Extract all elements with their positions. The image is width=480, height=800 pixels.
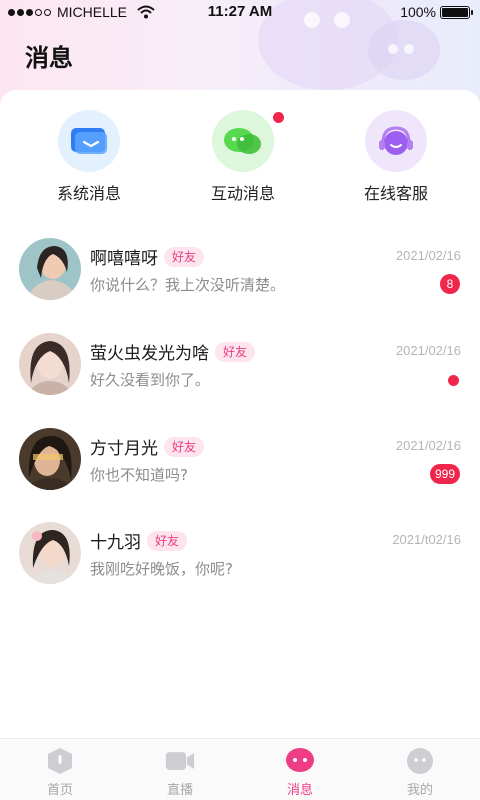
- contact-name: 十九羽: [90, 533, 141, 553]
- message-icon: [285, 747, 315, 775]
- unread-count-badge: 999: [429, 464, 460, 484]
- decorative-dot: [404, 44, 414, 54]
- customer-service-label: 在线客服: [363, 184, 428, 203]
- friend-tag: 好友: [215, 341, 256, 362]
- friend-tag: 好友: [164, 436, 205, 457]
- tab-profile[interactable]: 我的: [380, 747, 460, 798]
- avatar: [19, 428, 81, 490]
- avatar: [19, 238, 81, 300]
- unread-count-badge: 8: [440, 274, 460, 294]
- friend-tag: 好友: [164, 246, 205, 267]
- friend-tag: 好友: [147, 530, 188, 551]
- conversation-item[interactable]: 萤火虫发光为啥 好友 2021/02/16 好久没看到你了。: [0, 333, 480, 413]
- message-preview: 我刚吃好晚饭，你呢?: [90, 560, 233, 578]
- system-message-icon: [58, 110, 120, 172]
- battery-percentage: 100%: [400, 4, 436, 20]
- avatar: [19, 522, 81, 584]
- interaction-message-icon: [212, 110, 284, 172]
- live-camera-icon: [165, 747, 195, 775]
- message-date: 2021/02/16: [395, 438, 461, 453]
- status-bar: MICHELLE 11:27 AM 100%: [0, 0, 480, 24]
- tab-label: 直播: [166, 783, 193, 798]
- bottom-tab-bar: 首页 直播 消息 我的: [0, 738, 480, 800]
- message-preview: 好久没看到你了。: [90, 371, 211, 389]
- contact-name: 方寸月光: [90, 439, 158, 459]
- message-preview: 你说什么？我上次没听清楚。: [90, 276, 286, 294]
- tab-home[interactable]: 首页: [20, 747, 100, 798]
- interaction-message-entry[interactable]: 互动消息: [183, 110, 303, 204]
- tab-live[interactable]: 直播: [140, 747, 220, 798]
- tab-label: 首页: [46, 783, 73, 798]
- unread-dot: [273, 112, 284, 123]
- contact-name: 萤火虫发光为啥: [90, 344, 209, 364]
- page-title: 消息: [25, 44, 73, 72]
- system-message-entry[interactable]: 系统消息: [29, 110, 149, 204]
- tab-label: 我的: [406, 783, 433, 798]
- battery-icon: [440, 6, 473, 19]
- message-date: 2021/t02/16: [392, 532, 461, 547]
- conversation-item[interactable]: 啊嘻嘻呀 好友 2021/02/16 你说什么？我上次没听清楚。 8: [0, 238, 480, 318]
- customer-service-icon: [365, 110, 427, 172]
- tab-messages[interactable]: 消息: [260, 747, 340, 798]
- message-date: 2021/02/16: [395, 343, 461, 358]
- home-icon: [45, 747, 75, 775]
- conversation-item[interactable]: 十九羽 好友 2021/t02/16 我刚吃好晚饭，你呢?: [0, 522, 480, 602]
- avatar: [19, 333, 81, 395]
- tab-label: 消息: [286, 783, 313, 798]
- quick-entry-row: 系统消息 互动消息 在线客服: [0, 110, 480, 205]
- profile-icon: [405, 747, 435, 775]
- message-date: 2021/02/16: [395, 248, 461, 263]
- message-preview: 你也不知道吗?: [90, 466, 188, 484]
- interaction-message-label: 互动消息: [210, 184, 275, 203]
- system-message-label: 系统消息: [56, 184, 121, 203]
- decorative-dot: [388, 44, 398, 54]
- unread-dot: [448, 375, 459, 386]
- contact-name: 啊嘻嘻呀: [90, 249, 158, 269]
- customer-service-entry[interactable]: 在线客服: [336, 110, 456, 204]
- conversation-item[interactable]: 方寸月光 好友 2021/02/16 你也不知道吗? 999: [0, 428, 480, 508]
